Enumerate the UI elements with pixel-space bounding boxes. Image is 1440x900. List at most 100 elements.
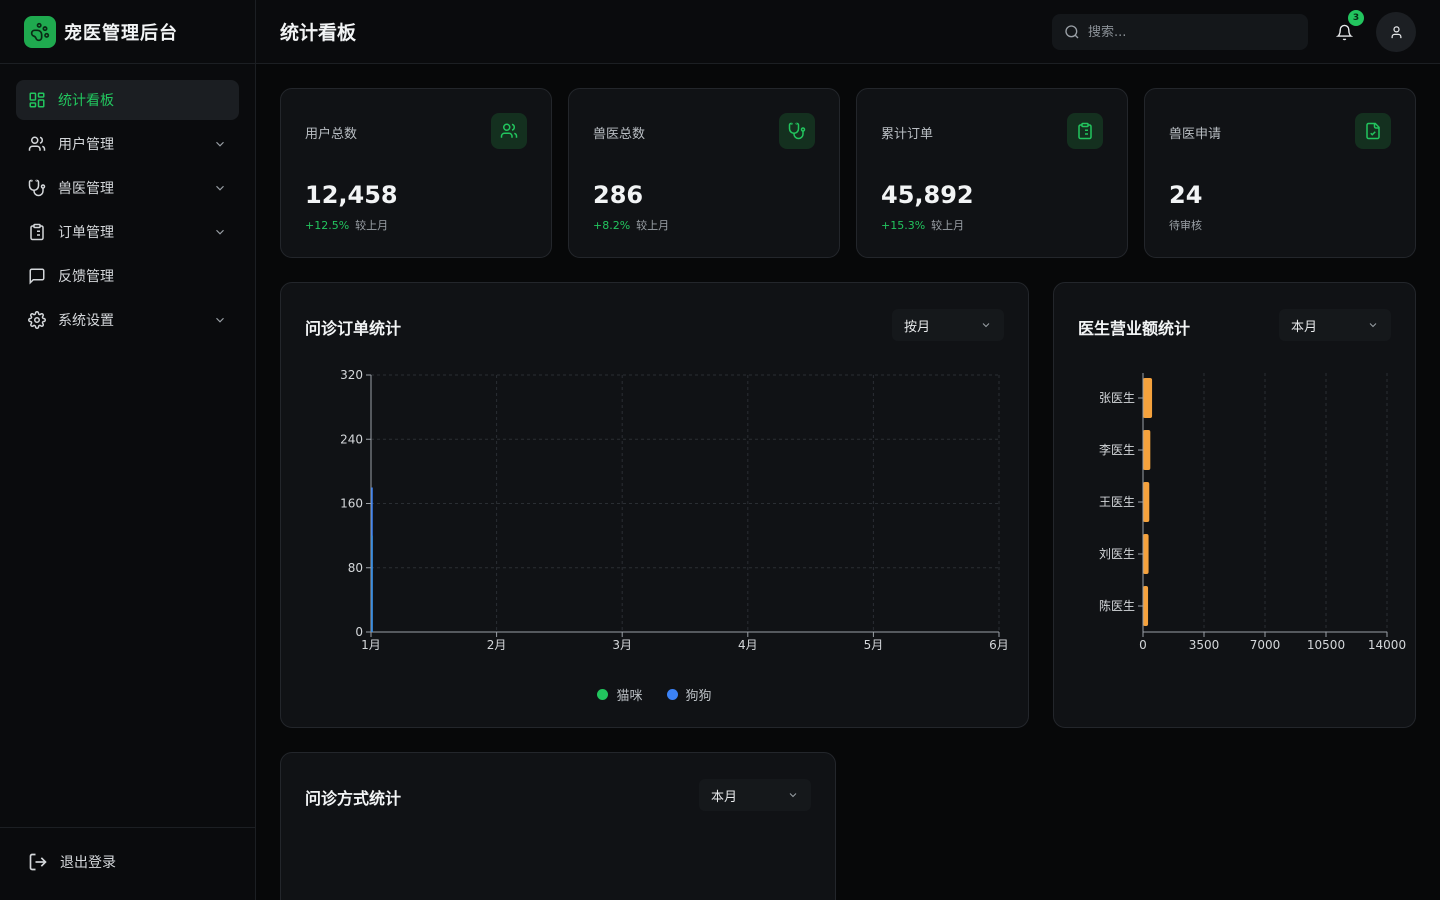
divider <box>0 827 256 828</box>
y-tick-label: 0 <box>355 625 363 639</box>
x-tick-label: 2月 <box>487 638 507 652</box>
stat-value: 45,892 <box>881 181 974 209</box>
sidebar-item-vets[interactable]: 兽医管理 <box>16 168 239 208</box>
panel-title: 问诊订单统计 <box>305 319 402 338</box>
sidebar-item-dashboard[interactable]: 统计看板 <box>16 80 239 120</box>
order-stats-panel: 问诊订单统计 按月 0 80 160 240 320 1月 2月 3月 4月 5月 6月 猫咪 狗狗 <box>280 282 1029 728</box>
stat-value: 24 <box>1169 181 1203 209</box>
x-tick-label: 6月 <box>989 638 1009 652</box>
select-value: 本月 <box>1291 319 1318 335</box>
x-tick-label: 3月 <box>612 638 632 652</box>
page-title: 统计看板 <box>280 22 357 44</box>
sidebar-item-label: 订单管理 <box>58 225 114 241</box>
x-tick-label: 0 <box>1139 638 1147 652</box>
bar <box>1143 430 1151 470</box>
brand-title: 宠医管理后台 <box>64 23 178 44</box>
stat-sub: +8.2% 较上月 <box>593 217 669 233</box>
file-check-icon <box>1355 113 1391 149</box>
bar <box>1143 482 1150 522</box>
chevron-down-icon[interactable] <box>213 313 227 327</box>
brand[interactable]: 宠医管理后台 <box>24 16 178 48</box>
revenue-bar-chart: 0 3500 7000 10500 14000 张医生李医生王医生刘医生陈医生 <box>1099 373 1406 652</box>
x-tick-label: 14000 <box>1368 638 1406 652</box>
stat-change: +8.2% <box>593 219 631 232</box>
chevron-down-icon[interactable] <box>213 181 227 195</box>
chevron-down-icon <box>1369 323 1377 328</box>
period-select[interactable]: 本月 <box>1279 309 1391 341</box>
bar <box>1143 378 1153 418</box>
stethoscope-icon <box>28 179 46 197</box>
chevron-down-icon[interactable] <box>213 225 227 239</box>
stat-sub: +12.5% 较上月 <box>305 217 388 233</box>
period-select[interactable]: 按月 <box>892 309 1004 341</box>
sidebar-item-settings[interactable]: 系统设置 <box>16 300 239 340</box>
legend-dot <box>666 689 678 700</box>
y-tick-label: 80 <box>348 561 363 575</box>
search-box[interactable] <box>1052 14 1308 50</box>
revenue-stats-panel: 医生营业额统计 本月 0 3500 7000 10500 14000 张医生 李医生 王医生刘… <box>1053 282 1416 728</box>
x-tick-label: 1月 <box>361 638 381 652</box>
sidebar-item-feedback[interactable]: 反馈管理 <box>16 256 239 296</box>
stat-card-orders: 累计订单 45,892 +15.3% 较上月 <box>856 88 1128 258</box>
sidebar-item-label: 兽医管理 <box>58 181 114 197</box>
stat-card-applications: 兽医申请 24 待审核 <box>1144 88 1416 258</box>
y-tick-label: 320 <box>340 368 363 382</box>
y-tick-label: 张医生 <box>1099 391 1135 405</box>
period-select[interactable]: 本月 <box>699 779 811 811</box>
divider <box>0 63 256 64</box>
sidebar-item-users[interactable]: 用户管理 <box>16 124 239 164</box>
panel-title: 医生营业额统计 <box>1078 319 1191 338</box>
y-tick-label: 李医生 <box>1099 442 1135 457</box>
legend-label: 狗狗 <box>685 689 712 704</box>
stat-suffix: 较上月 <box>636 219 670 232</box>
legend-dot <box>597 689 609 700</box>
clipboard-icon <box>1067 113 1103 149</box>
y-tick-label: 陈医生 <box>1099 598 1135 613</box>
x-tick-label: 3500 <box>1189 638 1220 652</box>
gear-icon <box>28 311 46 329</box>
logout-label: 退出登录 <box>60 855 116 871</box>
search-icon <box>1065 25 1079 39</box>
y-tick-label: 刘医生 <box>1099 547 1135 561</box>
sidebar-item-orders[interactable]: 订单管理 <box>16 212 239 252</box>
x-tick-label: 4月 <box>738 638 758 652</box>
chevron-down-icon <box>789 793 797 798</box>
chart-legend: 猫咪 狗狗 <box>281 685 1028 704</box>
search-input[interactable] <box>1088 24 1288 40</box>
message-icon <box>29 268 45 285</box>
chevron-down-icon[interactable] <box>213 137 227 151</box>
clipboard-icon <box>30 223 44 241</box>
select-value: 本月 <box>711 789 738 805</box>
avatar[interactable] <box>1376 12 1416 52</box>
chevron-down-icon <box>982 323 990 328</box>
user-icon <box>1391 25 1401 38</box>
sidebar-item-label: 系统设置 <box>58 313 114 329</box>
stat-card-users: 用户总数 12,458 +12.5% 较上月 <box>280 88 552 258</box>
legend-item-cat[interactable]: 猫咪 <box>597 685 643 704</box>
stat-sub: +15.3% 较上月 <box>881 217 964 233</box>
stat-value: 286 <box>593 181 644 209</box>
stat-change: +12.5% <box>305 219 350 232</box>
sidebar-item-label: 统计看板 <box>58 93 114 109</box>
logout-button[interactable]: 退出登录 <box>28 852 116 872</box>
stat-label: 累计订单 <box>881 127 934 142</box>
stat-card-vets: 兽医总数 286 +8.2% 较上月 <box>568 88 840 258</box>
legend-item-dog[interactable]: 狗狗 <box>666 685 712 704</box>
dashboard-icon <box>29 92 45 108</box>
stat-suffix: 较上月 <box>931 219 965 232</box>
order-line-chart: 0 80 160 240 320 1月 2月 3月 4月 5月 6月 <box>340 368 1009 652</box>
stat-label: 用户总数 <box>305 127 358 142</box>
y-tick-label: 160 <box>340 497 363 511</box>
method-stats-panel: 问诊方式统计 本月 <box>280 752 836 900</box>
stethoscope-icon <box>779 113 815 149</box>
stat-value: 12,458 <box>305 181 398 209</box>
stat-sub: 待审核 <box>1169 217 1202 233</box>
x-tick-label: 5月 <box>864 638 884 652</box>
sidebar-nav: 统计看板 用户管理 兽医管理 订单管理 反馈管理 系统设置 <box>16 80 239 344</box>
stat-label: 兽医申请 <box>1169 127 1222 142</box>
top-header: 统计看板 3 <box>256 0 1440 64</box>
stat-label: 兽医总数 <box>593 127 646 142</box>
stat-suffix: 较上月 <box>355 219 389 232</box>
bar <box>1143 586 1149 626</box>
panel-title: 问诊方式统计 <box>305 789 402 808</box>
